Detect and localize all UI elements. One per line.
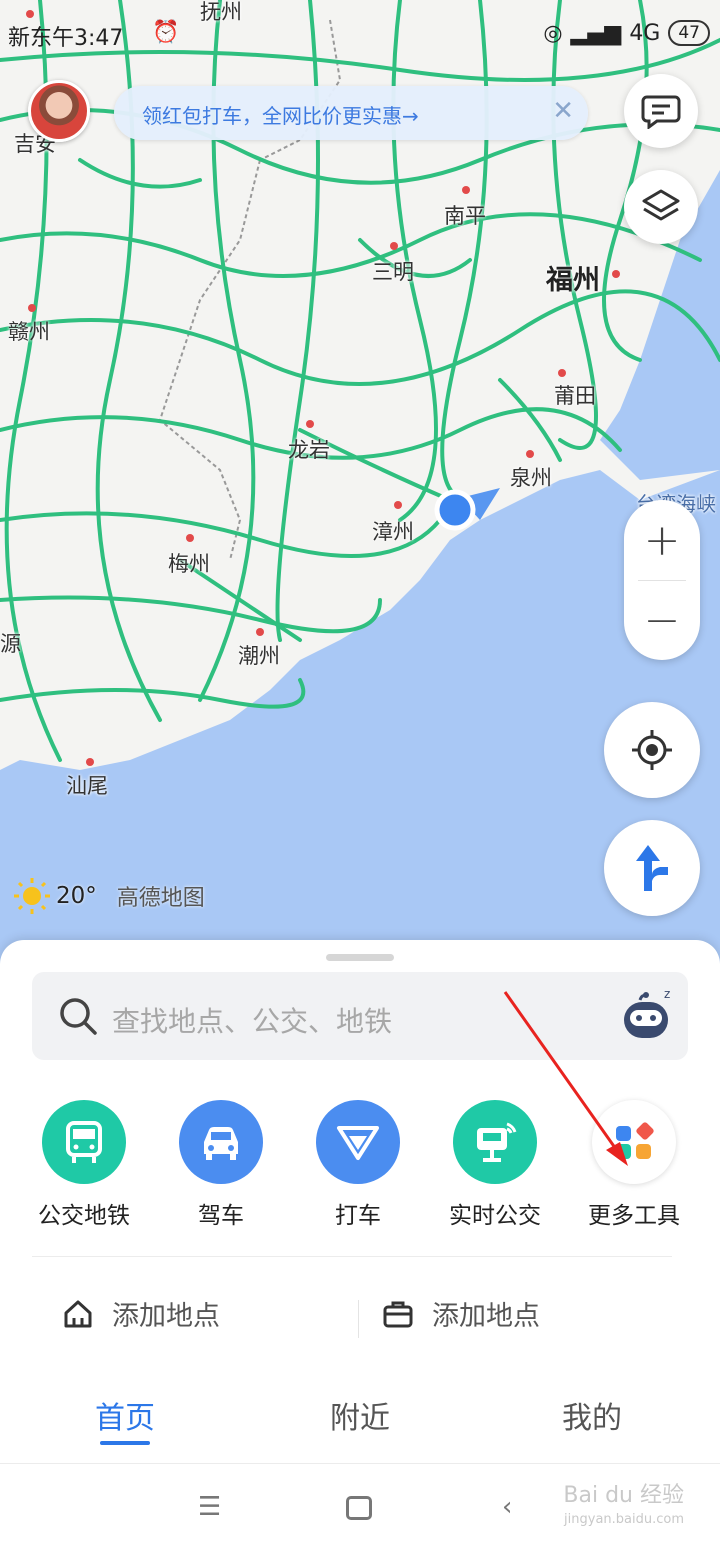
city-label: 泉州 [510, 466, 552, 490]
watermark: Bai du 经验 jingyan.baidu.com [563, 1484, 684, 1532]
bottom-tabs: 首页 附近 我的 [0, 1385, 720, 1460]
drag-handle[interactable] [326, 954, 394, 961]
city-label: 源 [0, 632, 21, 656]
zoom-divider [638, 580, 686, 581]
add-work-place[interactable]: 添加地点 [382, 1294, 540, 1333]
add-home-place[interactable]: 添加地点 [62, 1294, 220, 1333]
tool-realtime-bus[interactable]: 实时公交 [425, 1100, 565, 1230]
brand-logo-text: 高德地图 [116, 886, 205, 911]
status-icons: ◎ ▂▄▆ 4G 47 [543, 20, 710, 46]
zoom-in-button[interactable]: + [624, 500, 700, 580]
search-bar[interactable]: 查找地点、公交、地铁 z [32, 972, 688, 1060]
tool-shortcuts: 公交地铁 驾车 打车 实时公交 更多工具 [0, 1100, 720, 1230]
tool-bus-subway[interactable]: 公交地铁 [14, 1100, 154, 1230]
home-icon [64, 1300, 92, 1327]
locate-icon [632, 730, 672, 770]
tool-drive[interactable]: 驾车 [151, 1100, 291, 1230]
alarm-icon: ⏰ [152, 20, 180, 45]
city-label: 南平 [444, 204, 486, 228]
map-view[interactable]: 抚州 吉安 南平 三明 福州 赣州 莆田 龙岩 泉州 台湾海峡 漳州 梅州 源 … [0, 0, 720, 980]
back-icon[interactable]: ‹ [502, 1492, 512, 1522]
sun-icon [14, 878, 50, 914]
search-icon [60, 998, 97, 1035]
watermark-sub: jingyan.baidu.com [564, 1512, 684, 1527]
signal-icon: ▂▄▆ [570, 20, 622, 46]
status-time: 新东午3:47 [8, 26, 124, 51]
status-bar: 新东午3:47 ⏰ ◎ ▂▄▆ 4G 47 [0, 0, 720, 66]
weather-widget[interactable]: 20° 高德地图 [12, 876, 205, 916]
search-input[interactable]: 查找地点、公交、地铁 [112, 1000, 392, 1040]
tool-label: 更多工具 [588, 1203, 680, 1229]
svg-text:z: z [664, 987, 670, 1001]
divider [358, 1300, 359, 1338]
work-place-label: 添加地点 [432, 1301, 540, 1332]
voice-assistant-icon[interactable]: z [620, 986, 674, 1042]
route-button[interactable] [604, 820, 700, 916]
message-button[interactable] [624, 74, 698, 148]
tool-label: 公交地铁 [38, 1203, 130, 1229]
tab-home[interactable]: 首页 [95, 1393, 155, 1437]
user-avatar[interactable] [28, 80, 90, 142]
tool-taxi[interactable]: 打车 [288, 1100, 428, 1230]
divider [32, 1256, 672, 1257]
city-label: 漳州 [372, 520, 414, 544]
saved-places: 添加地点 添加地点 [0, 1280, 720, 1350]
promo-banner[interactable]: 领红包打车，全网比价更实惠→ ✕ [114, 86, 588, 140]
tab-mine[interactable]: 我的 [562, 1393, 622, 1437]
tab-nearby[interactable]: 附近 [330, 1393, 390, 1437]
promo-text[interactable]: 领红包打车，全网比价更实惠→ [142, 100, 419, 129]
tool-label: 打车 [335, 1203, 381, 1229]
more-tools-icon[interactable] [592, 1100, 676, 1184]
city-label: 梅州 [168, 552, 210, 576]
city-label: 龙岩 [288, 438, 330, 462]
realtime-bus-icon[interactable] [453, 1100, 537, 1184]
car-icon[interactable] [179, 1100, 263, 1184]
layers-button[interactable] [624, 170, 698, 244]
home-place-label: 添加地点 [112, 1301, 220, 1332]
tool-more[interactable]: 更多工具 [564, 1100, 704, 1230]
zoom-out-button[interactable]: − [624, 580, 700, 660]
network-type: 4G [629, 20, 661, 46]
bus-icon[interactable] [42, 1100, 126, 1184]
active-tab-indicator [100, 1441, 150, 1445]
close-icon[interactable]: ✕ [552, 96, 574, 126]
route-arrow-icon [636, 845, 668, 891]
battery-level: 47 [668, 20, 710, 46]
home-nav-icon[interactable] [346, 1496, 372, 1520]
bottom-sheet: 查找地点、公交、地铁 z 公交地铁 驾车 打车 实时公交 更多工具 添加地点 添… [0, 940, 720, 1560]
city-label: 潮州 [238, 644, 280, 668]
briefcase-icon [383, 1301, 413, 1327]
menu-icon[interactable]: ☰ [198, 1492, 221, 1522]
city-label: 三明 [372, 260, 414, 284]
message-icon [641, 95, 681, 129]
city-label: 汕尾 [66, 774, 108, 798]
hotspot-icon: ◎ [543, 20, 563, 46]
watermark-main: Bai du 经验 [563, 1483, 684, 1508]
city-label: 赣州 [8, 320, 50, 344]
taxi-icon[interactable] [316, 1100, 400, 1184]
weather-temperature: 20° [56, 883, 97, 909]
tool-label: 驾车 [198, 1203, 244, 1229]
layers-icon [642, 189, 680, 221]
tool-label: 实时公交 [449, 1203, 541, 1229]
zoom-control: + − [624, 500, 700, 660]
system-nav-bar: ☰ ‹ Bai du 经验 jingyan.baidu.com [0, 1463, 720, 1560]
city-label: 福州 [546, 265, 600, 296]
locate-button[interactable] [604, 702, 700, 798]
city-label: 莆田 [554, 384, 596, 408]
map-canvas[interactable] [0, 0, 720, 980]
